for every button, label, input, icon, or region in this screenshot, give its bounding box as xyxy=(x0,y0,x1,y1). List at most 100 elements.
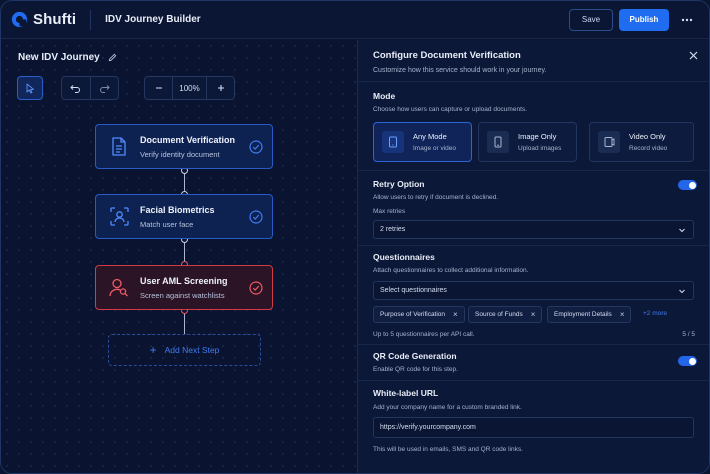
questionnaire-chip: Employment Details × xyxy=(547,306,632,323)
node-subtitle: Verify identity document xyxy=(140,149,220,159)
document-icon xyxy=(107,135,131,159)
node-title: Facial Biometrics xyxy=(140,204,215,215)
questionnaires-title: Questionnaires xyxy=(373,252,435,262)
max-retries-value: 2 retries xyxy=(380,226,406,233)
select-tool-button[interactable] xyxy=(17,76,43,100)
node-title: User AML Screening xyxy=(140,275,228,286)
add-step-label: Add Next Step xyxy=(164,345,220,355)
divider xyxy=(358,81,709,82)
undo-button[interactable] xyxy=(62,77,90,99)
chip-label: Purpose of Verification xyxy=(380,311,446,318)
page-title: IDV Journey Builder xyxy=(105,14,201,25)
questionnaire-chip: Source of Funds × xyxy=(468,306,543,323)
phone-icon xyxy=(487,131,509,153)
retry-toggle[interactable] xyxy=(678,180,697,190)
publish-button[interactable]: Publish xyxy=(619,8,669,31)
history-controls xyxy=(61,76,119,100)
zoom-in-button[interactable] xyxy=(207,77,234,99)
header-divider xyxy=(90,9,92,30)
mode-option-text: Image Only Upload images xyxy=(518,132,561,152)
mode-option-desc: Image or video xyxy=(413,145,456,152)
questionnaires-select[interactable]: Select questionnaires xyxy=(373,281,694,300)
retry-title: Retry Option xyxy=(373,179,425,189)
journey-name: New IDV Journey xyxy=(18,52,100,63)
node-user-aml-screening[interactable]: User AML Screening Screen against watchl… xyxy=(95,265,273,310)
journey-canvas[interactable]: New IDV Journey 100% Document Verificati… xyxy=(1,40,357,473)
cursor-pointer-icon xyxy=(26,83,34,93)
node-document-verification[interactable]: Document Verification Verify identity do… xyxy=(95,124,273,169)
redo-button[interactable] xyxy=(89,77,118,99)
mode-option-image[interactable]: Image Only Upload images xyxy=(478,122,577,162)
qr-description: Enable QR code for this step. xyxy=(373,366,458,373)
flow-connector xyxy=(184,311,185,335)
mode-description: Choose how users can capture or upload d… xyxy=(373,106,527,113)
node-subtitle: Screen against watchlists xyxy=(140,290,225,300)
remove-chip-icon[interactable]: × xyxy=(531,310,536,319)
minus-icon xyxy=(155,87,162,89)
divider xyxy=(358,245,709,246)
add-next-step-button[interactable]: + Add Next Step xyxy=(108,334,261,366)
more-options-button[interactable] xyxy=(677,9,697,31)
node-text: User AML Screening Screen against watchl… xyxy=(140,276,249,300)
check-circle-icon xyxy=(249,280,263,295)
white-label-url-input[interactable]: https://verify.yourcompany.com xyxy=(373,417,694,438)
brand-logo[interactable]: Shufti xyxy=(11,11,76,28)
zoom-out-button[interactable] xyxy=(145,77,172,99)
mode-option-any[interactable]: Any Mode Image or video xyxy=(373,122,472,162)
chevron-down-icon xyxy=(679,289,685,294)
chevron-down-icon xyxy=(679,228,685,233)
node-subtitle: Match user face xyxy=(140,219,194,229)
remove-chip-icon[interactable]: × xyxy=(453,310,458,319)
divider xyxy=(358,170,709,171)
close-icon[interactable] xyxy=(689,51,698,60)
brand-name: Shufti xyxy=(33,11,77,28)
qr-toggle[interactable] xyxy=(678,356,697,366)
chip-label: Source of Funds xyxy=(475,311,523,318)
white-label-description: Add your company name for a custom brand… xyxy=(373,404,522,411)
node-title: Document Verification xyxy=(140,134,236,145)
chip-label: Employment Details xyxy=(554,311,612,318)
questionnaire-chip: Purpose of Verification × xyxy=(373,306,465,323)
max-retries-label: Max retries xyxy=(373,208,406,215)
panel-subtitle: Customize how this service should work i… xyxy=(373,67,547,74)
questionnaires-count: 5 / 5 xyxy=(682,331,695,338)
plus-icon xyxy=(217,85,224,91)
max-retries-select[interactable]: 2 retries xyxy=(373,220,694,239)
mode-option-desc: Record video xyxy=(629,145,668,152)
mode-option-title: Image Only xyxy=(518,132,557,141)
remove-chip-icon[interactable]: × xyxy=(620,310,625,319)
app-window: Shufti IDV Journey Builder Save Publish … xyxy=(0,0,710,474)
video-icon xyxy=(598,131,620,153)
panel-title: Configure Document Verification xyxy=(373,50,521,61)
shufti-logo-icon xyxy=(11,11,28,28)
save-button[interactable]: Save xyxy=(569,8,613,31)
white-label-title: White-label URL xyxy=(373,388,439,398)
mode-option-text: Video Only Record video xyxy=(629,132,667,152)
mode-option-video[interactable]: Video Only Record video xyxy=(589,122,694,162)
check-circle-icon xyxy=(249,209,263,224)
questionnaires-hint: Up to 5 questionnaires per API call. xyxy=(373,331,475,338)
questionnaires-description: Attach questionnaires to collect additio… xyxy=(373,267,529,274)
qr-title: QR Code Generation xyxy=(373,351,457,361)
divider xyxy=(358,380,709,381)
user-search-icon xyxy=(107,276,131,300)
config-panel: Configure Document Verification Customiz… xyxy=(357,40,709,473)
plus-icon: + xyxy=(149,343,157,357)
node-text: Document Verification Verify identity do… xyxy=(140,135,249,159)
edit-pencil-icon[interactable] xyxy=(108,53,117,62)
camera-icon xyxy=(382,131,404,153)
mode-option-desc: Upload images xyxy=(518,145,562,152)
white-label-hint: This will be used in emails, SMS and QR … xyxy=(373,446,523,453)
zoom-level: 100% xyxy=(172,77,207,99)
more-questionnaires-link[interactable]: +2 more xyxy=(643,310,667,317)
top-bar: Shufti IDV Journey Builder Save Publish xyxy=(1,1,709,39)
mode-option-text: Any Mode Image or video xyxy=(413,132,456,152)
journey-title: New IDV Journey xyxy=(18,52,117,63)
header-actions: Save Publish xyxy=(569,8,697,31)
mode-title: Mode xyxy=(373,91,396,101)
divider xyxy=(358,344,709,345)
retry-description: Allow users to retry if document is decl… xyxy=(373,194,498,201)
zoom-controls: 100% xyxy=(144,76,235,100)
node-facial-biometrics[interactable]: Facial Biometrics Match user face xyxy=(95,194,273,239)
undo-icon xyxy=(70,84,81,93)
